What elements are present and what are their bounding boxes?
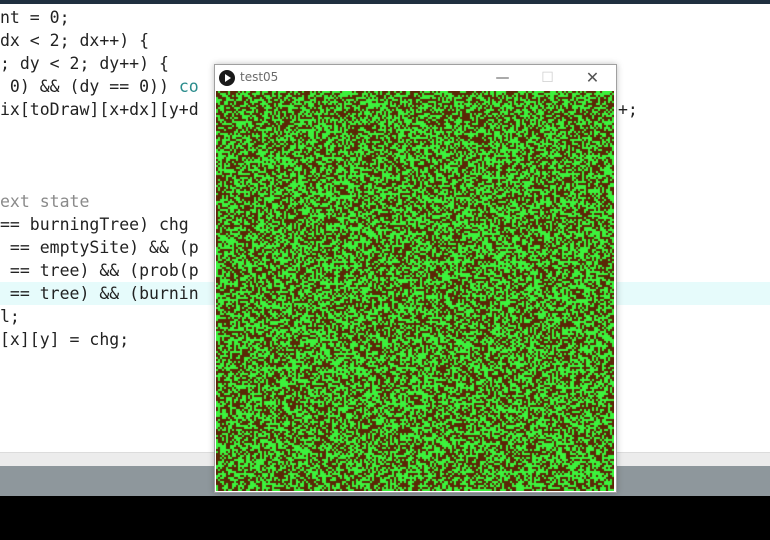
keyword-text: co: [178, 77, 199, 96]
close-button[interactable]: ✕: [570, 65, 615, 91]
processing-play-icon: [219, 70, 235, 86]
code-text: ix[toDraw][x+dx][y+d: [0, 100, 199, 119]
sketch-window[interactable]: test05 — ☐ ✕: [214, 64, 617, 493]
window-titlebar[interactable]: test05 — ☐ ✕: [215, 65, 616, 91]
forest-fire-grid[interactable]: [216, 91, 614, 491]
code-text-tail: +;: [618, 100, 638, 119]
window-title: test05: [240, 70, 279, 84]
console-area[interactable]: [0, 496, 770, 540]
sketch-canvas[interactable]: [216, 91, 614, 491]
maximize-button[interactable]: ☐: [525, 65, 570, 91]
code-text: 0) && (dy == 0)) co: [0, 77, 199, 96]
code-line: nt = 0;: [0, 8, 70, 27]
minimize-button[interactable]: —: [480, 65, 525, 91]
code-line: dx < 2; dx++) {: [0, 31, 150, 50]
